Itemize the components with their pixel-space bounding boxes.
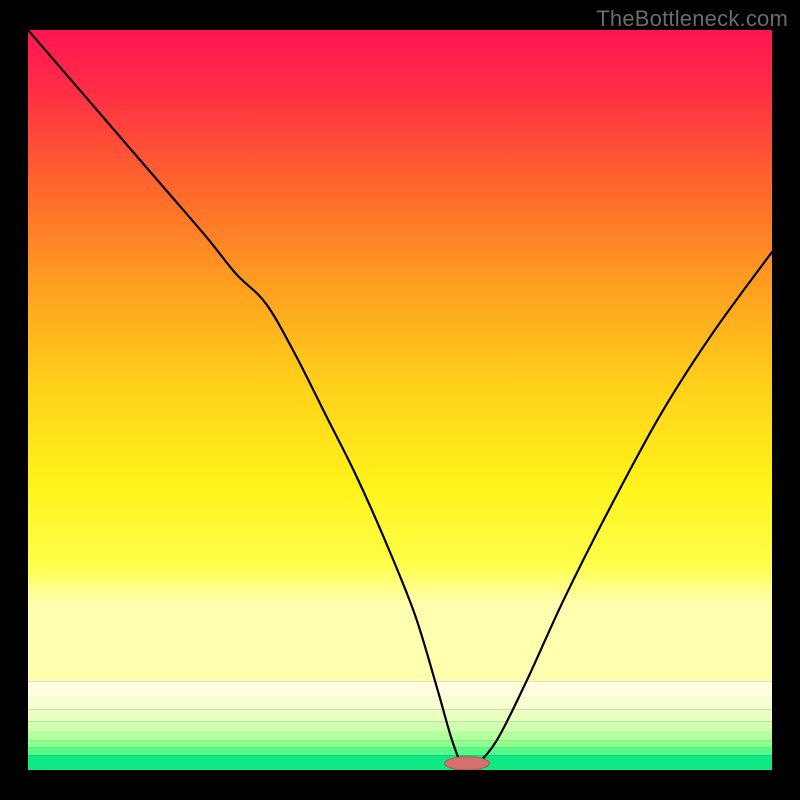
chart-frame: TheBottleneck.com [0,0,800,800]
gradient-band [28,748,772,755]
gradient-band [28,755,772,770]
gradient-background [28,30,772,681]
gradient-band [28,740,772,747]
gradient-band [28,732,772,741]
gradient-band [28,696,772,709]
plot-area [28,30,772,770]
gradient-band [28,709,772,721]
chart-svg [28,30,772,770]
gradient-band [28,721,772,731]
gradient-band [28,681,772,696]
green-band-group [28,681,772,770]
optimal-marker [445,757,490,770]
watermark-text: TheBottleneck.com [596,6,788,32]
